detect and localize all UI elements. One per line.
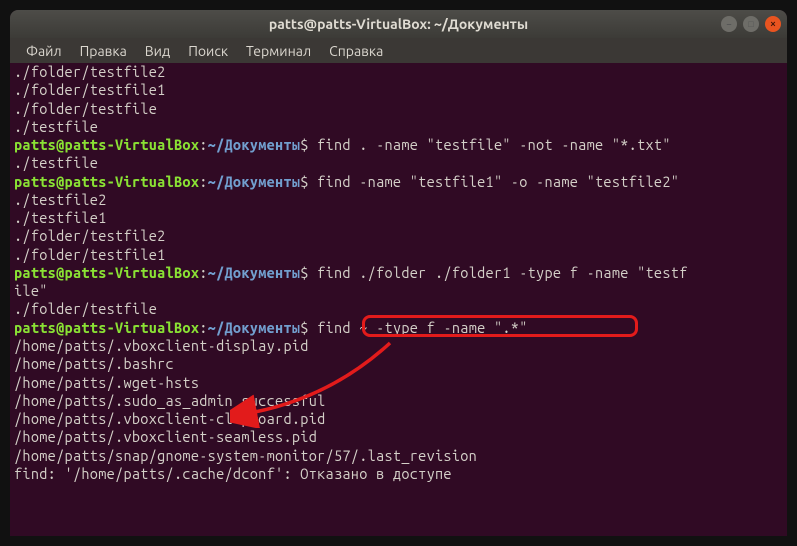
output-line: /home/patts/.wget-hsts (14, 374, 783, 392)
command-text: find -name "testfile1" -o -name "testfil… (309, 173, 679, 190)
output-line: find: '/home/patts/.cache/dconf': Отказа… (14, 465, 783, 483)
menu-search[interactable]: Поиск (180, 41, 236, 61)
prompt-user: patts@patts-VirtualBox (14, 319, 199, 336)
menu-edit[interactable]: Правка (72, 41, 135, 61)
menu-terminal[interactable]: Терминал (238, 41, 319, 61)
output-line: ./folder/testfile1 (14, 81, 783, 99)
output-line: ./testfile2 (14, 191, 783, 209)
output-line: /home/patts/snap/gnome-system-monitor/57… (14, 447, 783, 465)
maximize-button[interactable]: □ (743, 16, 759, 32)
output-line: /home/patts/.vboxclient-display.pid (14, 337, 783, 355)
prompt-user: patts@patts-VirtualBox (14, 173, 199, 190)
prompt-path: ~/Документы (208, 264, 301, 281)
output-line: ./folder/testfile (14, 100, 783, 118)
output-line: /home/patts/.sudo_as_admin_successful (14, 392, 783, 410)
prompt-symbol: $ (300, 264, 308, 281)
menubar: Файл Правка Вид Поиск Терминал Справка (10, 38, 787, 63)
prompt-colon: : (199, 319, 207, 336)
output-line: ./testfile1 (14, 209, 783, 227)
prompt-line: patts@patts-VirtualBox:~/Документы$ find… (14, 136, 783, 154)
command-text: find ~ -type f -name ".*" (309, 319, 528, 336)
output-line: ./folder/testfile1 (14, 246, 783, 264)
prompt-user: patts@patts-VirtualBox (14, 264, 199, 281)
prompt-user: patts@patts-VirtualBox (14, 136, 199, 153)
terminal-window: patts@patts-VirtualBox: ~/Документы – □ … (10, 10, 787, 536)
terminal-content[interactable]: ./folder/testfile2 ./folder/testfile1 ./… (10, 63, 787, 487)
menu-file[interactable]: Файл (18, 41, 70, 61)
output-line: /home/patts/.vboxclient-seamless.pid (14, 428, 783, 446)
output-line: ./folder/testfile2 (14, 63, 783, 81)
menu-view[interactable]: Вид (137, 41, 178, 61)
prompt-colon: : (199, 264, 207, 281)
output-line: ./testfile (14, 154, 783, 172)
output-line: ./folder/testfile (14, 300, 783, 318)
prompt-symbol: $ (300, 136, 308, 153)
command-text: find . -name "testfile" -not -name "*.tx… (309, 136, 671, 153)
prompt-colon: : (199, 173, 207, 190)
prompt-line: patts@patts-VirtualBox:~/Документы$ find… (14, 173, 783, 191)
prompt-path: ~/Документы (208, 173, 301, 190)
output-line: ile" (14, 282, 783, 300)
titlebar[interactable]: patts@patts-VirtualBox: ~/Документы – □ … (10, 10, 787, 38)
output-line: /home/patts/.vboxclient-clipboard.pid (14, 410, 783, 428)
prompt-path: ~/Документы (208, 319, 301, 336)
prompt-line: patts@patts-VirtualBox:~/Документы$ find… (14, 319, 783, 337)
prompt-symbol: $ (300, 173, 308, 190)
prompt-path: ~/Документы (208, 136, 301, 153)
output-line: /home/patts/.bashrc (14, 355, 783, 373)
prompt-line: patts@patts-VirtualBox:~/Документы$ find… (14, 264, 783, 282)
close-button[interactable]: × (765, 16, 781, 32)
menu-help[interactable]: Справка (321, 41, 391, 61)
command-text: find ./folder ./folder1 -type f -name "t… (309, 264, 688, 281)
window-title: patts@patts-VirtualBox: ~/Документы (269, 16, 528, 32)
minimize-button[interactable]: – (721, 16, 737, 32)
window-controls: – □ × (721, 16, 781, 32)
prompt-symbol: $ (300, 319, 308, 336)
output-line: ./testfile (14, 118, 783, 136)
prompt-colon: : (199, 136, 207, 153)
output-line: ./folder/testfile2 (14, 227, 783, 245)
